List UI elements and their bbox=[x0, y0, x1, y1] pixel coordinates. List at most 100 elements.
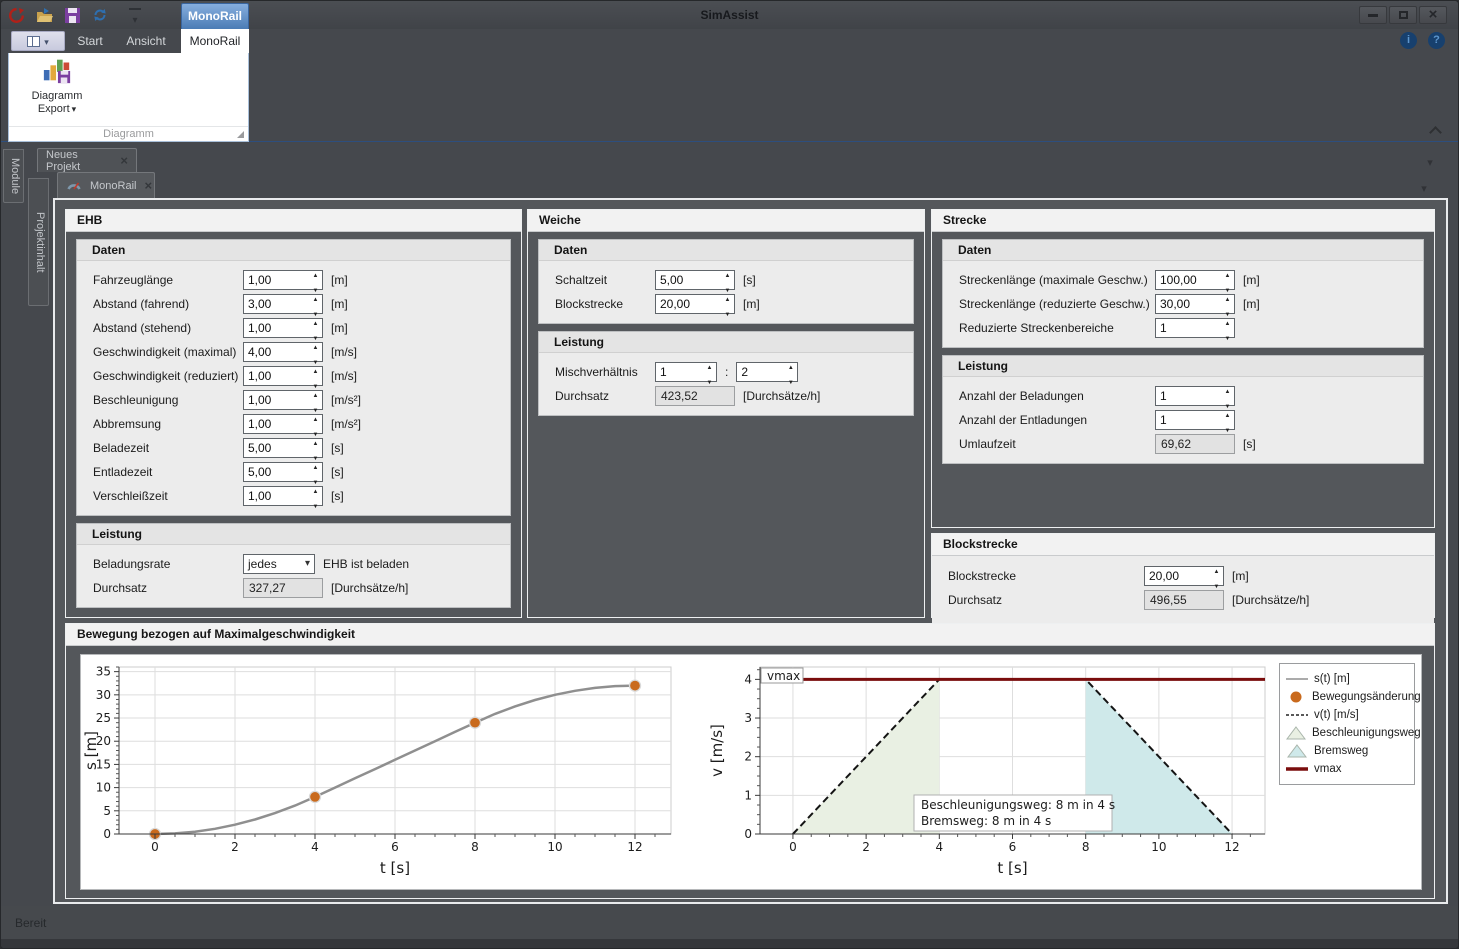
spin-up-icon[interactable] bbox=[1214, 562, 1220, 576]
spinbox-value[interactable]: 20,00 bbox=[1145, 567, 1210, 585]
spin-down-icon[interactable] bbox=[313, 497, 319, 511]
spin-down-icon[interactable] bbox=[725, 305, 731, 319]
dialog-launcher-icon[interactable] bbox=[237, 131, 244, 138]
status-text: Bereit bbox=[15, 916, 46, 930]
spinbox[interactable]: 1,00 bbox=[243, 486, 323, 506]
spin-up-icon[interactable] bbox=[788, 358, 794, 372]
spin-up-icon[interactable] bbox=[313, 314, 319, 328]
spinbox-value[interactable]: 1 bbox=[1156, 319, 1221, 337]
spinbox-value[interactable]: 5,00 bbox=[244, 439, 309, 457]
spin-up-icon[interactable] bbox=[313, 266, 319, 280]
refresh-icon[interactable] bbox=[91, 6, 109, 24]
help-icon[interactable]: ? bbox=[1428, 32, 1445, 49]
spinbox-value[interactable]: 1,00 bbox=[244, 391, 309, 409]
spinbox[interactable]: 2 bbox=[736, 362, 798, 382]
spin-up-icon[interactable] bbox=[313, 290, 319, 304]
field-unit: [m/s] bbox=[331, 345, 357, 359]
spinbox[interactable]: 3,00 bbox=[243, 294, 323, 314]
spin-down-icon[interactable] bbox=[788, 373, 794, 387]
spin-down-icon[interactable] bbox=[1225, 329, 1231, 343]
spin-up-icon[interactable] bbox=[1225, 290, 1231, 304]
close-tab-icon[interactable] bbox=[120, 153, 128, 168]
spinbox-value[interactable]: 1 bbox=[1156, 411, 1221, 429]
spin-up-icon[interactable] bbox=[707, 358, 713, 372]
spinbox[interactable]: 4,00 bbox=[243, 342, 323, 362]
spin-up-icon[interactable] bbox=[1225, 382, 1231, 396]
beladungsrate-dropdown[interactable]: jedes bbox=[243, 554, 315, 574]
panel-title: Blockstrecke bbox=[932, 534, 1434, 556]
tab-list-dropdown-icon[interactable] bbox=[1423, 153, 1437, 171]
close-button[interactable] bbox=[1419, 6, 1447, 24]
close-tab-icon[interactable] bbox=[144, 178, 152, 193]
spinbox[interactable]: 1,00 bbox=[243, 318, 323, 338]
spin-up-icon[interactable] bbox=[313, 458, 319, 472]
svg-text:vmax: vmax bbox=[767, 669, 800, 683]
spinbox[interactable]: 5,00 bbox=[243, 462, 323, 482]
spinbox-value[interactable]: 1,00 bbox=[244, 367, 309, 385]
spin-up-icon[interactable] bbox=[313, 386, 319, 400]
spinbox-value[interactable]: 3,00 bbox=[244, 295, 309, 313]
minimize-button[interactable] bbox=[1359, 6, 1387, 24]
maximize-button[interactable] bbox=[1389, 6, 1417, 24]
spin-up-icon[interactable] bbox=[1225, 314, 1231, 328]
spinbox-value[interactable]: 1 bbox=[1156, 387, 1221, 405]
sidebar-tab-module[interactable]: Module bbox=[3, 149, 24, 203]
spinbox-value[interactable]: 20,00 bbox=[656, 295, 721, 313]
spinbox[interactable]: 5,00 bbox=[243, 438, 323, 458]
spin-up-icon[interactable] bbox=[313, 434, 319, 448]
customize-toolbar-icon[interactable] bbox=[129, 8, 141, 22]
spin-up-icon[interactable] bbox=[313, 338, 319, 352]
spinbox[interactable]: 1,00 bbox=[243, 270, 323, 290]
spinbox-value[interactable]: 5,00 bbox=[656, 271, 721, 289]
spinbox-value[interactable]: 1 bbox=[656, 363, 703, 381]
spinbox[interactable]: 1 bbox=[1155, 386, 1235, 406]
spinbox[interactable]: 1,00 bbox=[243, 414, 323, 434]
spinbox[interactable]: 1 bbox=[1155, 410, 1235, 430]
spin-up-icon[interactable] bbox=[313, 410, 319, 424]
spin-up-icon[interactable] bbox=[725, 290, 731, 304]
spinbox-value[interactable]: 1,00 bbox=[244, 271, 309, 289]
info-icon[interactable]: i bbox=[1400, 32, 1417, 49]
spin-down-icon[interactable] bbox=[707, 373, 713, 387]
document-tab-neues-projekt[interactable]: Neues Projekt bbox=[37, 148, 137, 172]
spin-up-icon[interactable] bbox=[313, 482, 319, 496]
spinbox[interactable]: 1 bbox=[655, 362, 717, 382]
application-menu-button[interactable] bbox=[11, 31, 65, 51]
tab-list-dropdown-icon[interactable] bbox=[1417, 179, 1431, 197]
spinbox[interactable]: 100,00 bbox=[1155, 270, 1235, 290]
spin-down-icon[interactable] bbox=[1225, 421, 1231, 435]
spinbox-value[interactable]: 4,00 bbox=[244, 343, 309, 361]
spinbox[interactable]: 20,00 bbox=[655, 294, 735, 314]
diagramm-export-button[interactable]: Diagramm Export bbox=[17, 55, 97, 123]
tab-start[interactable]: Start bbox=[67, 29, 113, 53]
spinbox[interactable]: 1 bbox=[1155, 318, 1235, 338]
svg-text:0: 0 bbox=[103, 827, 111, 841]
spinbox[interactable]: 1,00 bbox=[243, 366, 323, 386]
spinbox[interactable]: 1,00 bbox=[243, 390, 323, 410]
spinbox-value[interactable]: 2 bbox=[737, 363, 784, 381]
spin-up-icon[interactable] bbox=[725, 266, 731, 280]
field-label: Reduzierte Streckenbereiche bbox=[959, 321, 1155, 335]
spinbox[interactable]: 5,00 bbox=[655, 270, 735, 290]
spin-up-icon[interactable] bbox=[1225, 266, 1231, 280]
spinbox-value[interactable]: 1,00 bbox=[244, 319, 309, 337]
spinbox-value[interactable]: 5,00 bbox=[244, 463, 309, 481]
app-logo-icon[interactable] bbox=[7, 6, 25, 24]
spin-down-icon[interactable] bbox=[1214, 577, 1220, 591]
spinbox-value[interactable]: 30,00 bbox=[1156, 295, 1221, 313]
spinbox[interactable]: 30,00 bbox=[1155, 294, 1235, 314]
tab-ansicht[interactable]: Ansicht bbox=[117, 29, 175, 53]
sidebar-tab-projektinhalt[interactable]: Projektinhalt bbox=[28, 178, 49, 306]
group-daten: Daten Streckenlänge (maximale Geschw.)10… bbox=[942, 239, 1424, 348]
tab-monorail[interactable]: MonoRail bbox=[181, 29, 249, 53]
spinbox[interactable]: 20,00 bbox=[1144, 566, 1224, 586]
spinbox-value[interactable]: 1,00 bbox=[244, 415, 309, 433]
collapse-ribbon-icon[interactable] bbox=[1431, 125, 1441, 135]
document-tab-monorail[interactable]: MonoRail bbox=[57, 172, 155, 198]
save-icon[interactable] bbox=[63, 6, 81, 24]
spinbox-value[interactable]: 100,00 bbox=[1156, 271, 1221, 289]
spin-up-icon[interactable] bbox=[1225, 406, 1231, 420]
spinbox-value[interactable]: 1,00 bbox=[244, 487, 309, 505]
open-file-icon[interactable] bbox=[35, 6, 53, 24]
spin-up-icon[interactable] bbox=[313, 362, 319, 376]
